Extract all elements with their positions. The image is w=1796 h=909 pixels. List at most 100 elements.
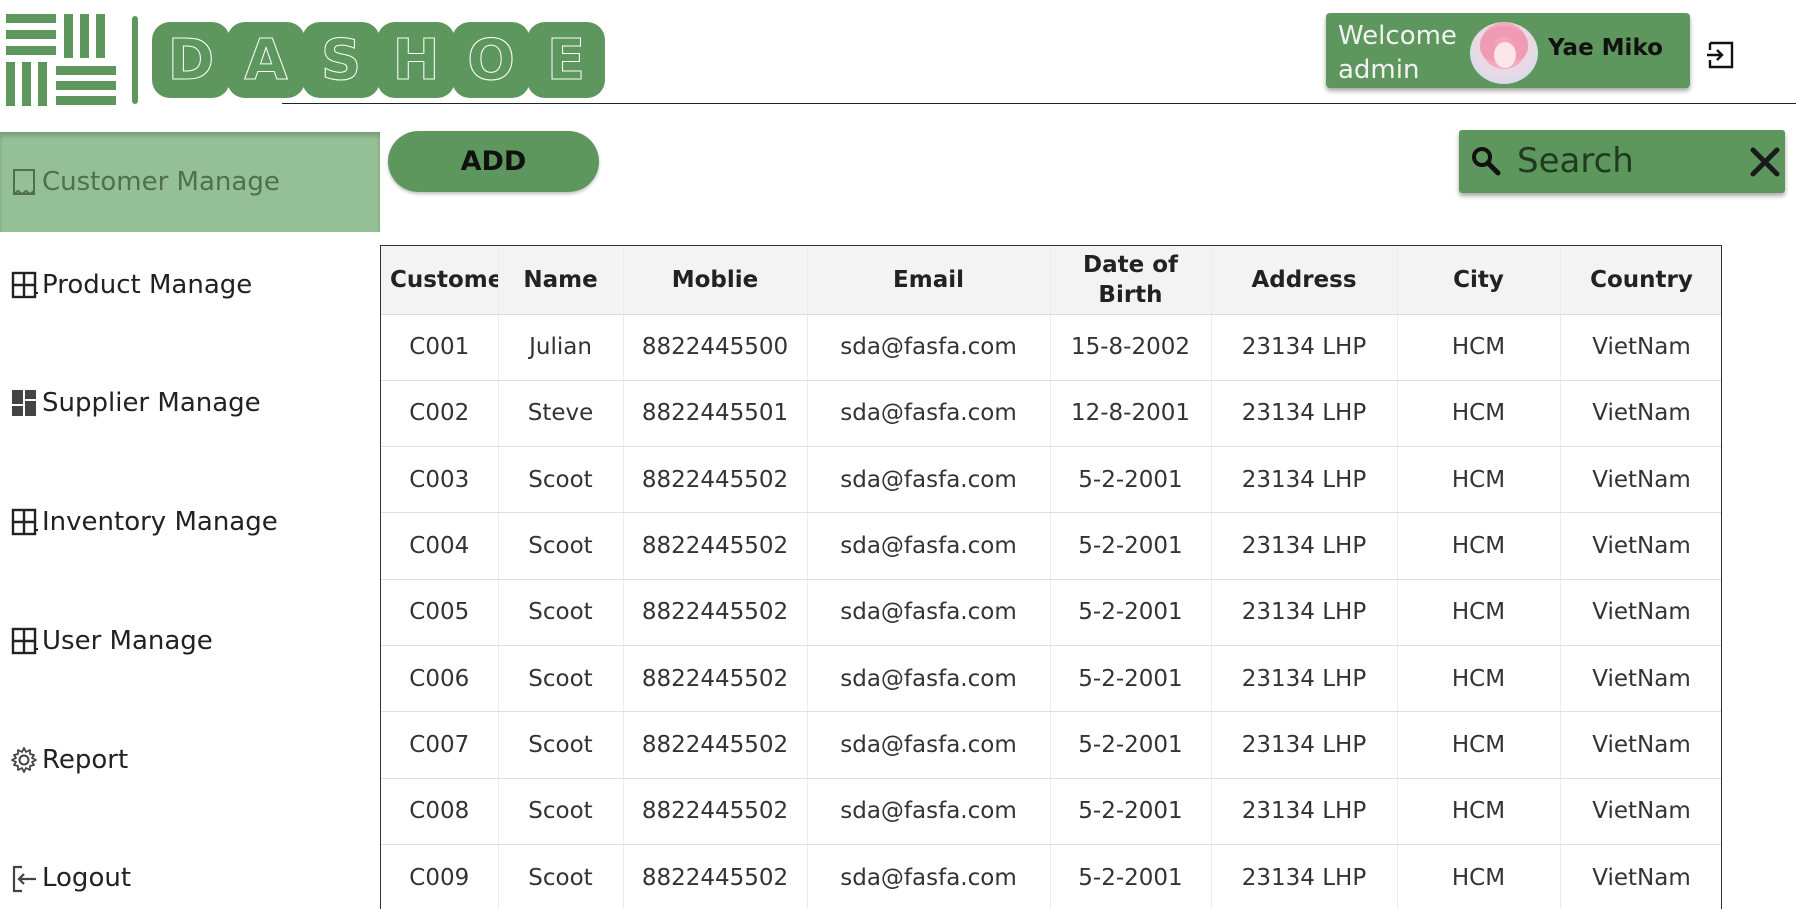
layout-icon [11,508,38,536]
brand-wordmark: D A S H O E [152,22,605,98]
table-cell: 8822445502 [623,446,808,514]
table-row[interactable]: C003 Scoot 8822445502 sda@fasfa.com 5-2-2001… [381,446,1721,514]
table-cell: C005 [381,579,499,646]
sidebar-item-label: Supplier Manage [42,388,261,418]
search-input[interactable] [1517,138,1727,184]
brand-logo[interactable]: D A S H O E [6,14,605,106]
logout-icon[interactable] [1706,40,1736,70]
table-cell: 5-2-2001 [1050,645,1212,713]
table-cell: C001 [381,314,499,381]
table-row[interactable]: C008 Scoot 8822445502 sda@fasfa.com 5-2-2001… [381,778,1721,845]
table-cell: Scoot [498,778,624,845]
table-cell: 23134 LHP [1211,512,1398,580]
document-icon [13,169,35,196]
add-customer-button[interactable]: ADD [388,131,599,192]
table-cell: HCM [1397,778,1561,845]
sidebar-item-label: Product Manage [42,270,253,300]
column-header[interactable]: Customer [381,246,499,315]
brand-letter: S [302,22,380,98]
table-cell: sda@fasfa.com [807,778,1051,845]
column-header[interactable]: City [1397,246,1561,315]
table-cell: VietNam [1560,711,1721,779]
table-row[interactable]: C006 Scoot 8822445502 sda@fasfa.com 5-2-2001… [381,645,1721,713]
sidebar-item-label: Report [42,745,129,775]
search-icon[interactable] [1469,144,1503,178]
table-cell: C006 [381,645,499,713]
table-cell: 5-2-2001 [1050,778,1212,845]
sidebar-item-inventory-manage[interactable]: Inventory Manage [0,472,380,572]
table-cell: sda@fasfa.com [807,446,1051,514]
column-header[interactable]: Date of Birth [1050,246,1212,315]
sidebar-item-customer-manage[interactable]: Customer Manage [0,132,380,232]
sidebar-item-label: User Manage [42,626,213,656]
brand-letter: A [227,22,305,98]
brand-letter: E [527,22,605,98]
column-header[interactable]: Address [1211,246,1398,315]
table-row[interactable]: C009 Scoot 8822445502 sda@fasfa.com 5-2-2001… [381,844,1721,909]
table-cell: sda@fasfa.com [807,579,1051,646]
table-cell: 23134 LHP [1211,844,1398,909]
table-header-row: Customer Name Moblie Email Date of Birth… [381,246,1721,315]
table-cell: 15-8-2002 [1050,314,1212,381]
table-cell: 5-2-2001 [1050,844,1212,909]
brand-letter: D [152,22,230,98]
sidebar-item-user-manage[interactable]: User Manage [0,591,380,691]
table-cell: 23134 LHP [1211,579,1398,646]
table-cell: 8822445500 [623,314,808,381]
table-row[interactable]: C007 Scoot 8822445502 sda@fasfa.com 5-2-2001… [381,711,1721,779]
brand-letter: O [452,22,530,98]
table-cell: Steve [498,380,624,448]
sidebar-item-logout[interactable]: Logout [0,828,380,909]
search-box[interactable] [1459,130,1785,193]
table-cell: 8822445502 [623,579,808,646]
gear-icon [11,747,37,773]
sidebar-item-label: Inventory Manage [42,507,278,537]
table-cell: HCM [1397,645,1561,713]
avatar-face [1494,42,1516,68]
avatar[interactable] [1470,22,1538,84]
column-header[interactable]: Name [498,246,624,315]
user-name: Yae Miko [1548,35,1663,61]
table-cell: HCM [1397,844,1561,909]
table-row[interactable]: C002 Steve 8822445501 sda@fasfa.com 12-8-200… [381,380,1721,448]
table-cell: 5-2-2001 [1050,711,1212,779]
table-cell: sda@fasfa.com [807,380,1051,448]
welcome-line: Welcome [1338,21,1457,51]
table-cell: Julian [498,314,624,381]
table-cell: C009 [381,844,499,909]
table-cell: Scoot [498,844,624,909]
logo-mark-icon [6,14,116,106]
table-cell: VietNam [1560,579,1721,646]
table-row[interactable]: C004 Scoot 8822445502 sda@fasfa.com 5-2-2001… [381,512,1721,580]
customer-table-container: Customer Name Moblie Email Date of Birth… [380,245,1722,909]
column-header[interactable]: Moblie [623,246,808,315]
welcome-text: Welcome admin [1338,19,1468,87]
table-cell: 12-8-2001 [1050,380,1212,448]
table-cell: sda@fasfa.com [807,645,1051,713]
layout-icon [11,271,38,299]
sidebar-item-supplier-manage[interactable]: Supplier Manage [0,353,380,453]
table-cell: 5-2-2001 [1050,512,1212,580]
table-cell: VietNam [1560,446,1721,514]
table-row[interactable]: C001 Julian 8822445500 sda@fasfa.com 15-8-20… [381,314,1721,381]
dashboard-icon [12,390,36,416]
close-icon[interactable] [1749,146,1781,178]
sidebar: Customer Manage Product Manage Supplier … [0,130,380,909]
column-header[interactable]: Country [1560,246,1721,315]
table-cell: 23134 LHP [1211,645,1398,713]
table-cell: Scoot [498,446,624,514]
table-cell: C004 [381,512,499,580]
sidebar-item-label: Customer Manage [42,167,280,197]
user-role: admin [1338,55,1420,85]
table-cell: 8822445502 [623,844,808,909]
column-header[interactable]: Email [807,246,1051,315]
table-row[interactable]: C005 Scoot 8822445502 sda@fasfa.com 5-2-2001… [381,579,1721,646]
logout-icon [12,865,36,893]
sidebar-item-product-manage[interactable]: Product Manage [0,235,380,335]
table-cell: 5-2-2001 [1050,579,1212,646]
sidebar-item-label: Logout [42,863,132,893]
table-cell: 8822445502 [623,778,808,845]
sidebar-item-report[interactable]: Report [0,710,380,810]
user-profile-card[interactable]: Welcome admin Yae Miko [1326,13,1690,88]
header-divider [282,103,1796,104]
